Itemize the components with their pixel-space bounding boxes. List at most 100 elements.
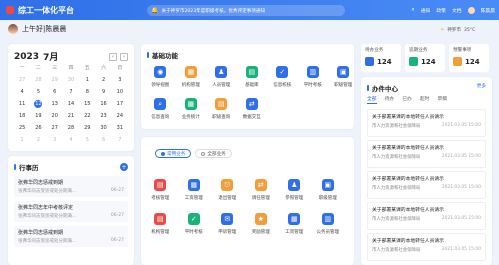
business-item[interactable]: ✓ 平时考核 [179,213,210,235]
calendar-day[interactable]: 1 [79,76,95,84]
calendar-day[interactable]: 14 [63,100,79,108]
calendar-day[interactable]: 6 [95,136,111,144]
schedule-item-desc: 张弗华同志受惩戒处分期满... [18,189,77,194]
user-name[interactable]: 陈晨晨 [481,7,495,14]
tab-overtime[interactable]: 超时 [420,95,430,104]
stat-overdue[interactable]: 追期业务 124 [405,44,445,72]
search-icon[interactable]: ⌕ [411,6,414,14]
list-item[interactable]: 关于部署某课的本地转任人员请示 市人力资源和社会保障局 2021.03.05 15… [367,109,486,137]
calendar-day[interactable]: 16 [95,100,111,108]
function-item[interactable]: ▣ 职级管理 [328,66,359,88]
calendar-day[interactable]: 21 [63,112,79,120]
calendar-day[interactable]: 12 [34,100,43,108]
business-item[interactable]: ⎋ 退出管理 [212,179,243,201]
calendar-day[interactable]: 4 [14,88,30,96]
schedule-item[interactable]: 张弗华同志惩戒到期 张弗华同志受惩戒处分期满... 06-27 [14,226,128,247]
calendar-day[interactable]: 15 [79,100,95,108]
tab-draft[interactable]: 草稿 [437,95,447,104]
calendar-day[interactable]: 26 [30,124,46,132]
function-item[interactable]: ◉ 领导视图 [145,66,176,88]
calendar-day[interactable]: 9 [95,88,111,96]
list-item[interactable]: 关于部署某课的本地转任人员请示 市人力资源和社会保障局 2021.03.05 15… [367,171,486,199]
calendar-day[interactable]: 20 [47,112,63,120]
business-item[interactable]: ♟ 参照管理 [279,179,310,201]
calendar-day[interactable]: 2 [30,136,46,144]
avatar[interactable] [467,6,475,14]
function-item[interactable]: ♟ 人员管理 [206,66,237,88]
calendar-day[interactable]: 27 [47,124,63,132]
business-item[interactable]: ✉ 申诉管理 [212,213,243,235]
function-item[interactable]: ▥ 平时考核 [298,66,329,88]
calendar-day[interactable]: 8 [79,88,95,96]
calendar-day[interactable]: 2 [95,76,111,84]
nav-docs[interactable]: 文档 [452,7,462,14]
list-item[interactable]: 关于部署某课的本地转任人员请示 市人力资源和社会保障局 2021.03.05 15… [367,202,486,230]
function-item[interactable]: ▤ 基础库 [237,66,268,88]
list-item[interactable]: 关于部署某课的本地转任人员请示 市人力资源和社会保障局 2021.03.05 15… [367,140,486,168]
stat-warning[interactable]: 预警事项 124 [449,44,489,72]
nav-notice[interactable]: 通知 [421,7,431,14]
notice-text[interactable]: 关于神罗市2023年度职级考核，优秀评定事项通知 [161,8,265,14]
chevron-right-icon[interactable]: › [120,52,128,61]
schedule-item[interactable]: 张弗华同志年中考核评定 张弗华同志受惩戒处分期满... 06-27 [14,201,128,222]
add-icon[interactable]: + [120,163,128,171]
function-item[interactable]: ▦ 机构管理 [176,66,207,88]
calendar-day[interactable]: 24 [112,112,128,120]
tab-common-business[interactable]: 常用业务 [155,149,192,158]
calendar-day[interactable]: 31 [112,124,128,132]
function-icon: ▤ [245,66,258,78]
business-item[interactable]: ⇄ 调任管理 [246,179,277,201]
calendar-day[interactable]: 13 [47,100,63,108]
calendar-day[interactable]: 7 [112,136,128,144]
calendar-day[interactable]: 30 [63,76,79,84]
business-item[interactable]: ★ 奖励管理 [246,213,277,235]
weekday-label: 五 [84,65,90,71]
calendar-day[interactable]: 23 [95,112,111,120]
calendar-day[interactable]: 1 [14,136,30,144]
more-link[interactable]: 更多 [477,83,486,89]
calendar-day[interactable]: 19 [30,112,46,120]
calendar-day[interactable]: 5 [79,136,95,144]
tab-todo[interactable]: 待办 [385,95,395,104]
tab-done[interactable]: 已办 [402,95,412,104]
calendar-day[interactable]: 5 [30,88,46,96]
nav-policy[interactable]: 政策 [436,7,446,14]
calendar-day[interactable]: 7 [63,88,79,96]
tab-all-business[interactable]: 全部业务 [195,149,232,158]
calendar-day[interactable]: 28 [63,124,79,132]
calendar-day[interactable]: 18 [14,112,30,120]
function-item[interactable]: ⌕ 信息查询 [145,98,176,120]
calendar-day[interactable]: 29 [79,124,95,132]
business-item[interactable]: ▦ 工资管理 [179,179,210,201]
business-item[interactable]: ▤ 考核管理 [145,179,176,201]
business-item[interactable]: ▥ 公务员管理 [313,213,344,235]
calendar-day[interactable]: 4 [63,136,79,144]
function-icon: ▥ [321,213,334,225]
tab-all[interactable]: 全部 [367,95,377,104]
chevron-left-icon[interactable]: ‹ [109,52,117,61]
calendar-day[interactable]: 11 [14,100,30,108]
calendar-day[interactable]: 3 [112,76,128,84]
calendar-day[interactable]: 27 [14,76,30,84]
business-item[interactable]: ▣ 职级管理 [313,179,344,201]
function-item[interactable]: ▦ 业务统计 [176,98,207,120]
business-item[interactable]: ▤ 机构管理 [145,213,176,235]
function-item[interactable]: ▤ 职级查询 [206,98,237,120]
calendar-day[interactable]: 10 [112,88,128,96]
list-item[interactable]: 关于部署某课的本地转任人员请示 市人力资源和社会保障局 2021.03.05 15… [367,233,486,261]
stat-todo[interactable]: 待办业务 124 [361,44,401,72]
schedule-item[interactable]: 张弗华同志惩戒到期 张弗华同志受惩戒处分期满... 06-27 [14,176,128,197]
calendar-day[interactable]: 28 [30,76,46,84]
function-item[interactable]: ✓ 信息校核 [267,66,298,88]
calendar-day[interactable]: 3 [47,136,63,144]
function-item[interactable]: ⇄ 数据交互 [237,98,268,120]
calendar-day[interactable]: 22 [79,112,95,120]
calendar-day[interactable]: 30 [95,124,111,132]
calendar-day[interactable]: 25 [14,124,30,132]
calendar-day[interactable]: 6 [47,88,63,96]
business-item[interactable]: ▦ 工资管理 [279,213,310,235]
calendar-day[interactable]: 29 [47,76,63,84]
notice-bar[interactable]: 🔔 关于神罗市2023年度职级考核，优秀评定事项通知 [147,5,345,16]
avatar [8,24,18,34]
calendar-day[interactable]: 17 [112,100,128,108]
